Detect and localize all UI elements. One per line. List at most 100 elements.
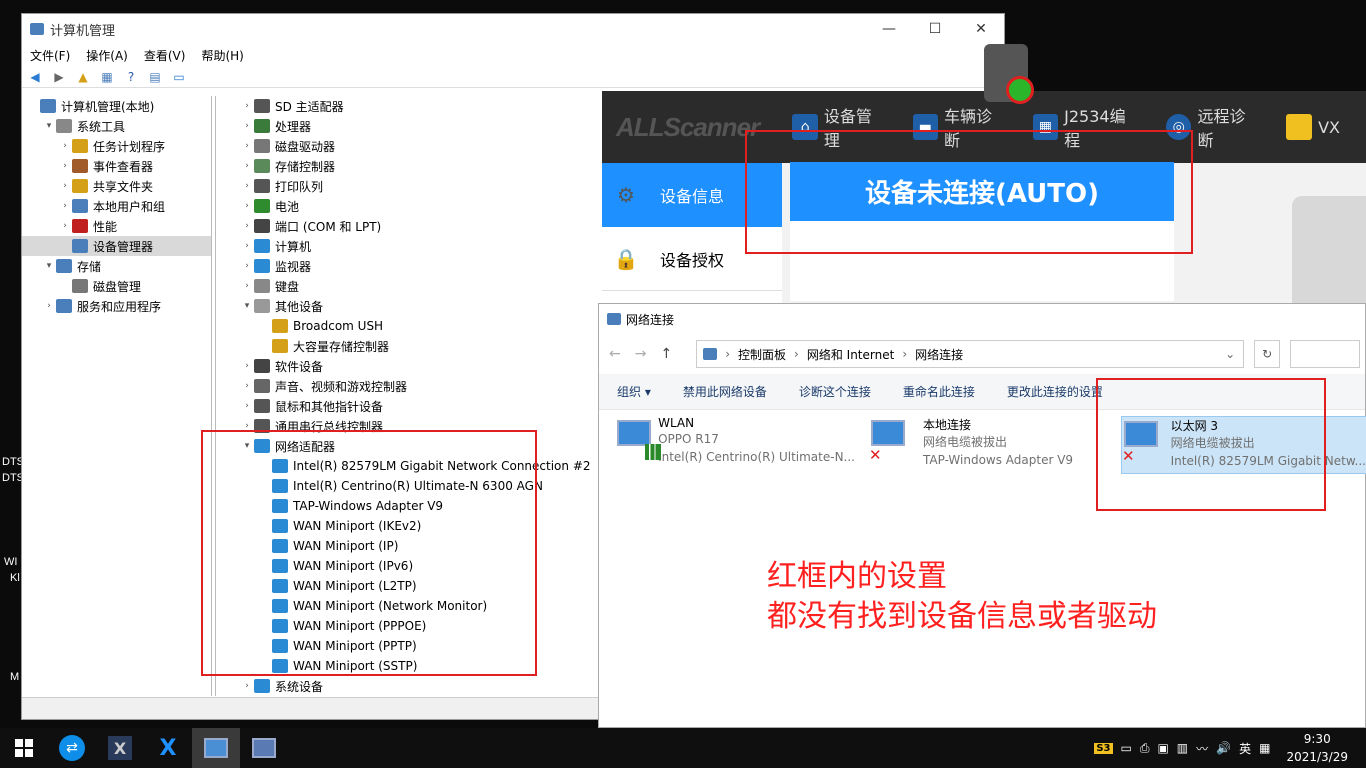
breadcrumb-network-internet[interactable]: 网络和 Internet <box>807 346 894 363</box>
address-bar[interactable]: › 控制面板 › 网络和 Internet › 网络连接 ⌄ <box>696 340 1245 368</box>
connection-wlan[interactable]: WLAN OPPO R17 Intel(R) Centrino(R) Ultim… <box>615 416 855 476</box>
minimize-button[interactable]: — <box>866 14 912 44</box>
device-icon <box>40 99 56 113</box>
back-icon[interactable]: ← <box>609 346 621 362</box>
system-tray: S3 ▭ ⎙ ▣ ▥ 〰 🔊 英 ▦ 9:30 2021/3/29 <box>1094 730 1366 766</box>
chevron-right-icon[interactable]: › <box>240 401 254 411</box>
scan-hardware-icon[interactable]: ▭ <box>170 69 188 85</box>
breadcrumb-control-panel[interactable]: 控制面板 <box>738 346 786 363</box>
menu-action[interactable]: 操作(A) <box>86 47 128 64</box>
start-button[interactable] <box>0 728 48 768</box>
device-icon <box>254 119 270 133</box>
tree-item[interactable]: ▾ 系统工具 <box>22 116 211 136</box>
chevron-right-icon[interactable]: › <box>240 281 254 291</box>
s3-badge[interactable]: S3 <box>1094 742 1113 754</box>
chevron-down-icon[interactable]: ▾ <box>42 261 56 271</box>
volume-icon[interactable]: 🔊 <box>1216 741 1231 755</box>
chevron-down-icon[interactable]: ⌄ <box>1225 347 1235 361</box>
wifi-icon[interactable]: 〰 <box>1196 740 1208 757</box>
chevron-right-icon[interactable]: › <box>58 141 72 151</box>
desktop-label: M <box>10 671 20 683</box>
menu-help[interactable]: 帮助(H) <box>201 47 243 64</box>
tree-item-label: 监视器 <box>275 259 312 274</box>
up-icon[interactable]: ↑ <box>660 346 672 362</box>
chevron-right-icon[interactable]: › <box>240 121 254 131</box>
xentry-blue-app[interactable]: X <box>144 728 192 768</box>
chevron-right-icon[interactable]: › <box>240 361 254 371</box>
rename-button[interactable]: 重命名此连接 <box>903 383 975 400</box>
tree-item[interactable]: 设备管理器 <box>22 236 211 256</box>
chevron-right-icon[interactable]: › <box>58 201 72 211</box>
dongle-icon[interactable]: ▥ <box>1177 741 1188 755</box>
change-settings-button[interactable]: 更改此连接的设置 <box>1007 383 1103 400</box>
organize-button[interactable]: 组织 ▾ <box>617 383 651 400</box>
chevron-right-icon[interactable]: › <box>58 161 72 171</box>
device-icon <box>56 259 72 273</box>
tree-item[interactable]: › 任务计划程序 <box>22 136 211 156</box>
chevron-right-icon[interactable]: › <box>240 241 254 251</box>
ime-indicator[interactable]: 英 <box>1239 740 1251 757</box>
device-icon <box>72 179 88 193</box>
forward-icon[interactable]: → <box>635 346 647 362</box>
breadcrumb-network-connections[interactable]: 网络连接 <box>915 346 963 363</box>
tree-item-label: 打印队列 <box>275 179 324 194</box>
tree-item[interactable]: › 性能 <box>22 216 211 236</box>
forward-icon[interactable]: ▶ <box>50 69 68 85</box>
maximize-button[interactable]: ☐ <box>912 14 958 44</box>
clock[interactable]: 9:30 2021/3/29 <box>1278 730 1356 766</box>
menu-view[interactable]: 查看(V) <box>144 47 186 64</box>
menu-file[interactable]: 文件(F) <box>30 47 70 64</box>
close-button[interactable]: ✕ <box>958 14 1004 44</box>
xentry-app[interactable]: X <box>96 728 144 768</box>
display-icon[interactable]: ▭ <box>1121 741 1132 755</box>
tree-item[interactable]: › 事件查看器 <box>22 156 211 176</box>
chevron-right-icon[interactable]: › <box>240 261 254 271</box>
back-icon[interactable]: ◀ <box>26 69 44 85</box>
tree-item[interactable]: › 共享文件夹 <box>22 176 211 196</box>
chevron-right-icon[interactable]: › <box>240 201 254 211</box>
tree-item-label: SD 主适配器 <box>275 99 344 114</box>
tree-item-label: 磁盘管理 <box>93 279 142 294</box>
allscanner-device-icon[interactable] <box>984 44 1036 106</box>
properties-icon[interactable]: ▤ <box>146 69 164 85</box>
tree-item[interactable]: ▾ 存储 <box>22 256 211 276</box>
chevron-right-icon[interactable]: › <box>240 181 254 191</box>
chevron-right-icon[interactable]: › <box>240 681 254 691</box>
chevron-down-icon[interactable]: ▾ <box>42 121 56 131</box>
tree-item[interactable]: › 本地用户和组 <box>22 196 211 216</box>
keyboard-icon[interactable]: ▦ <box>1259 741 1270 755</box>
tree-item[interactable]: 计算机管理(本地) <box>22 96 211 116</box>
chevron-right-icon[interactable]: › <box>240 161 254 171</box>
chevron-right-icon[interactable]: › <box>240 381 254 391</box>
disable-device-button[interactable]: 禁用此网络设备 <box>683 383 767 400</box>
computer-management-app[interactable] <box>192 728 240 768</box>
chevron-down-icon[interactable]: ▾ <box>240 301 254 311</box>
window-title: 网络连接 <box>626 312 675 327</box>
teamviewer-app[interactable]: ⇄ <box>48 728 96 768</box>
connection-local[interactable]: ✕ 本地连接 网络电缆被拔出 TAP-Windows Adapter V9 <box>869 416 1109 476</box>
device-icon <box>254 219 270 233</box>
connection-status: OPPO R17 <box>658 432 719 446</box>
tree-item[interactable]: 磁盘管理 <box>22 276 211 296</box>
tree-item[interactable]: › 服务和应用程序 <box>22 296 211 316</box>
title-bar[interactable]: 计算机管理 — ☐ ✕ <box>22 14 1004 44</box>
chevron-right-icon[interactable]: › <box>240 221 254 231</box>
tray-app-icon[interactable]: ▣ <box>1157 741 1168 755</box>
printer-icon[interactable]: ⎙ <box>1140 741 1150 756</box>
title-bar[interactable]: 网络连接 <box>599 304 1365 334</box>
device-icon <box>272 319 288 333</box>
diagnose-button[interactable]: 诊断这个连接 <box>799 383 871 400</box>
network-app[interactable] <box>240 728 288 768</box>
show-hide-tree-icon[interactable]: ▦ <box>98 69 116 85</box>
chevron-right-icon[interactable]: › <box>240 141 254 151</box>
refresh-icon[interactable]: ↻ <box>1254 340 1281 368</box>
chevron-right-icon[interactable]: › <box>240 101 254 111</box>
chevron-right-icon[interactable]: › <box>58 181 72 191</box>
chevron-right-icon[interactable]: › <box>42 301 56 311</box>
nav-vx[interactable]: VX <box>1286 114 1340 140</box>
search-input[interactable] <box>1290 340 1361 368</box>
up-folder-icon[interactable]: ▲ <box>74 69 92 85</box>
chevron-right-icon[interactable]: › <box>58 221 72 231</box>
device-icon <box>254 179 270 193</box>
help-icon[interactable]: ? <box>122 69 140 85</box>
